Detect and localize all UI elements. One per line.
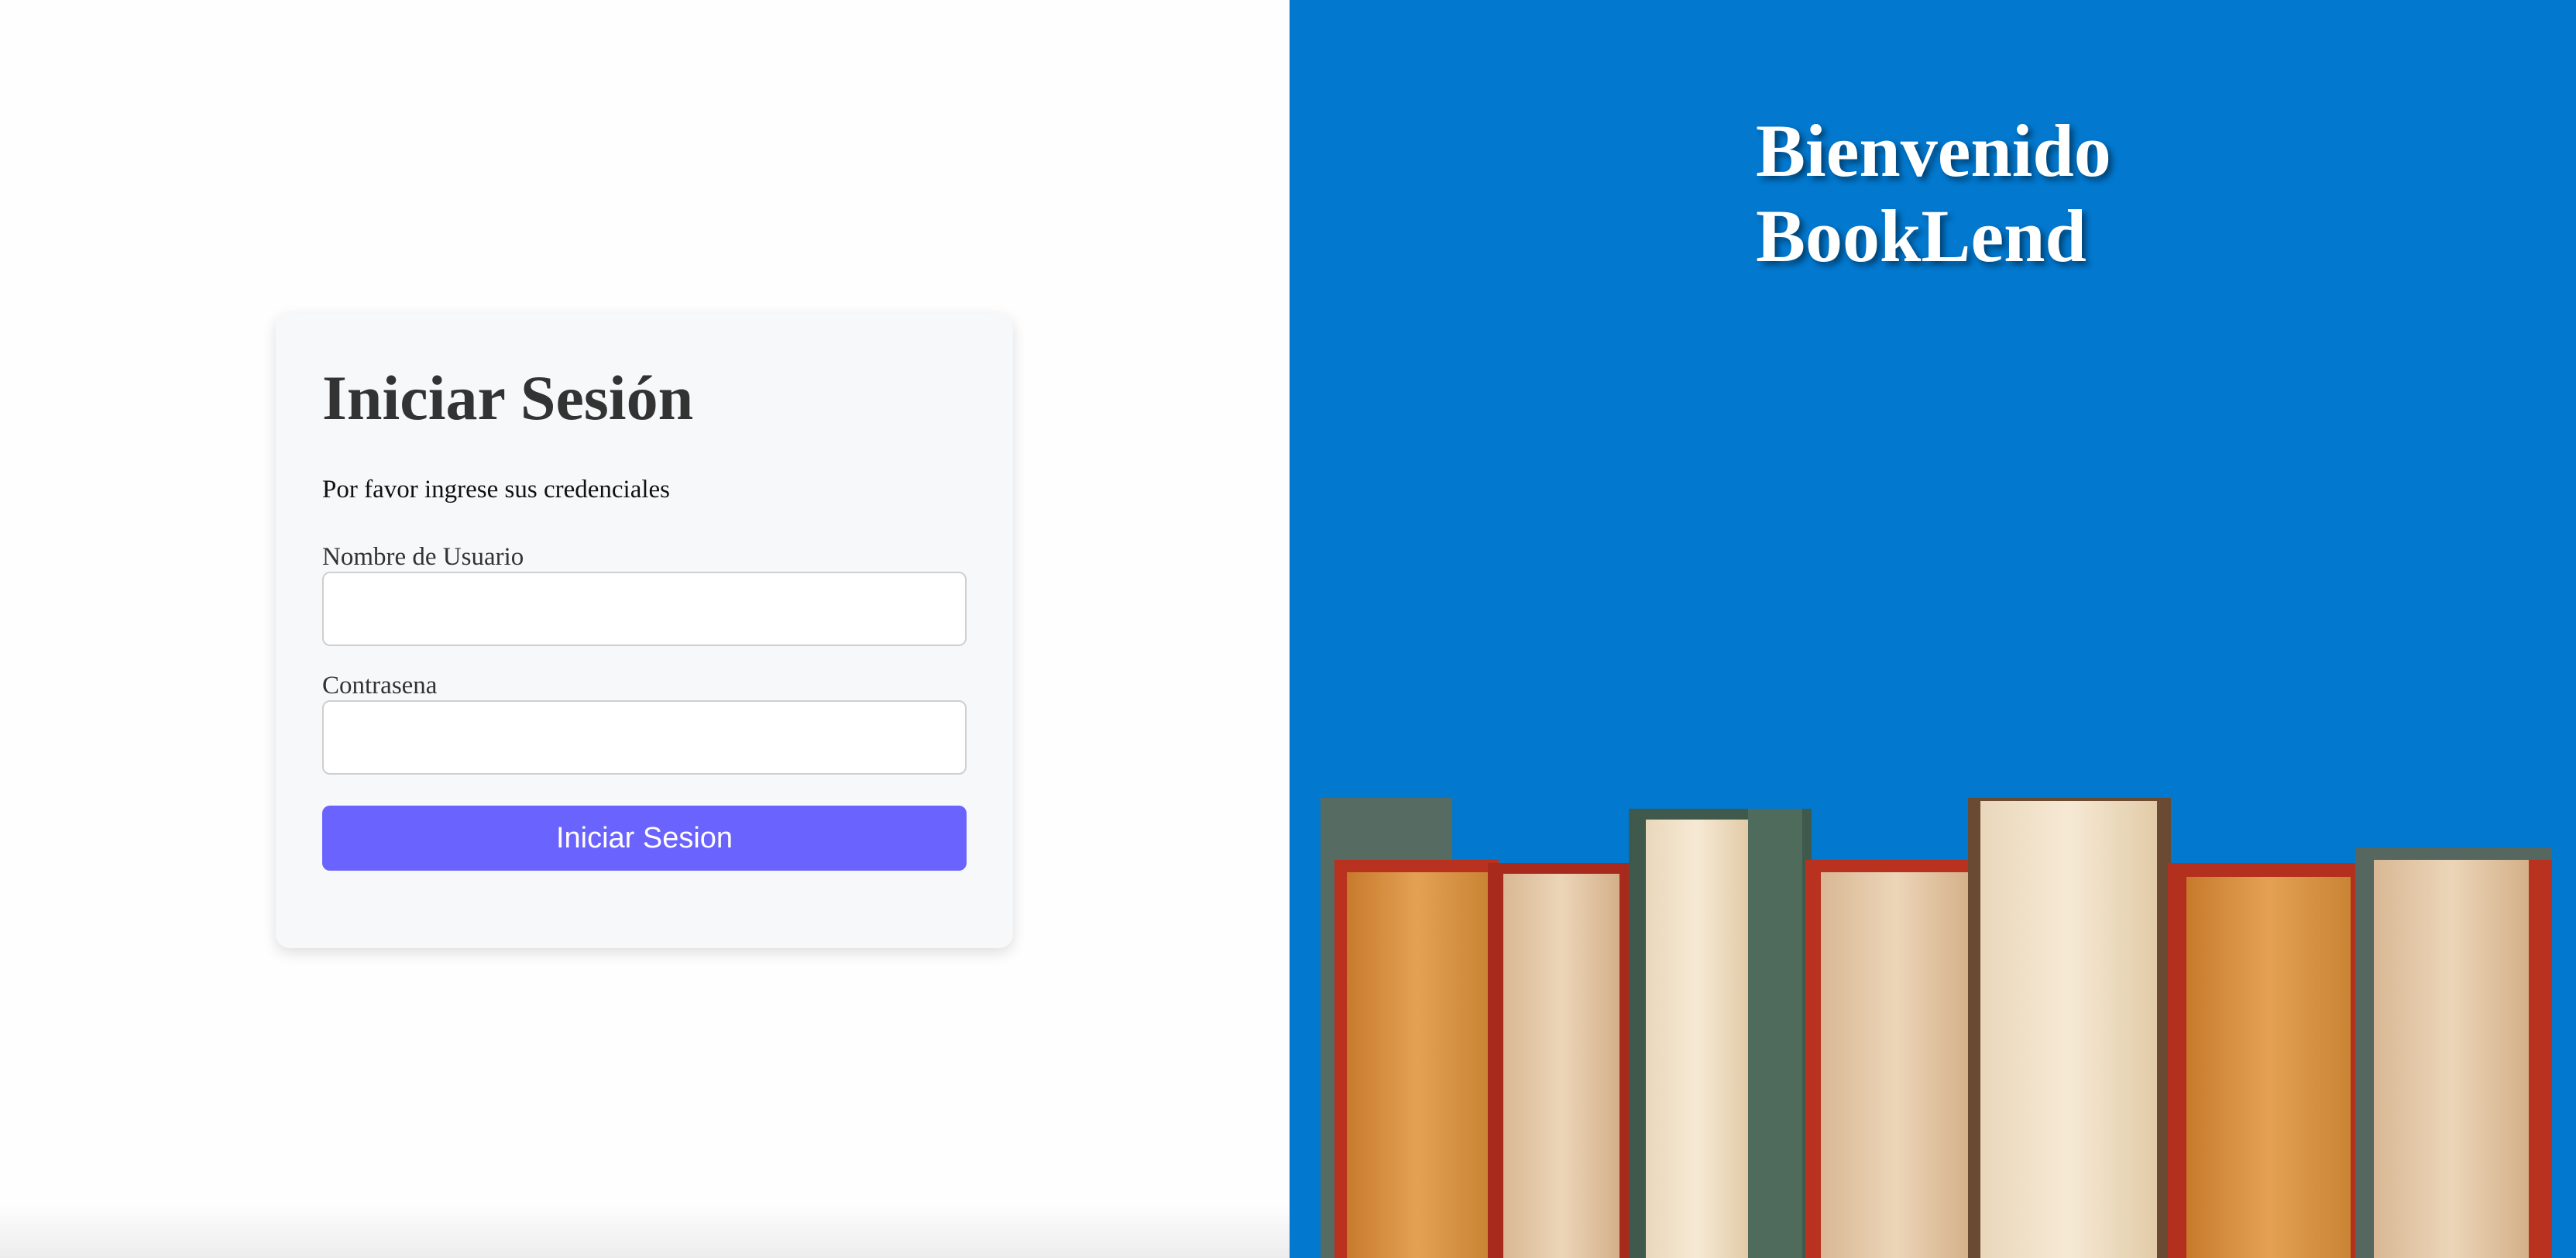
password-label: Contrasena	[322, 672, 438, 699]
username-field[interactable]	[322, 572, 967, 646]
book-2-pages	[1347, 872, 1488, 1258]
welcome-pane: Bienvenido BookLend	[1290, 0, 2576, 1258]
welcome-line-1: Bienvenido	[1756, 109, 2111, 192]
book-4-spine	[1748, 809, 1802, 1258]
login-pane: Iniciar Sesión Por favor ingrese sus cre…	[0, 0, 1290, 1258]
password-field[interactable]	[322, 700, 967, 775]
book-4-pages	[1646, 820, 1748, 1258]
book-8-pages	[2374, 860, 2529, 1258]
username-label: Nombre de Usuario	[322, 543, 524, 571]
book-5-pages	[1821, 872, 1971, 1258]
book-8-edge	[2529, 860, 2552, 1258]
book-3-pages	[1503, 874, 1619, 1258]
welcome-title: Bienvenido BookLend	[1756, 108, 2111, 279]
login-subtitle: Por favor ingrese sus credenciales	[322, 476, 670, 504]
login-button[interactable]: Iniciar Sesion	[322, 806, 967, 871]
login-card: Iniciar Sesión Por favor ingrese sus cre…	[276, 313, 1013, 948]
login-page: Iniciar Sesión Por favor ingrese sus cre…	[0, 0, 2576, 1258]
book-7-pages	[2186, 877, 2351, 1258]
books-illustration	[1321, 798, 2552, 1258]
login-title: Iniciar Sesión	[322, 363, 694, 433]
book-6-pages	[1980, 801, 2157, 1258]
welcome-line-2: BookLend	[1756, 194, 2087, 277]
